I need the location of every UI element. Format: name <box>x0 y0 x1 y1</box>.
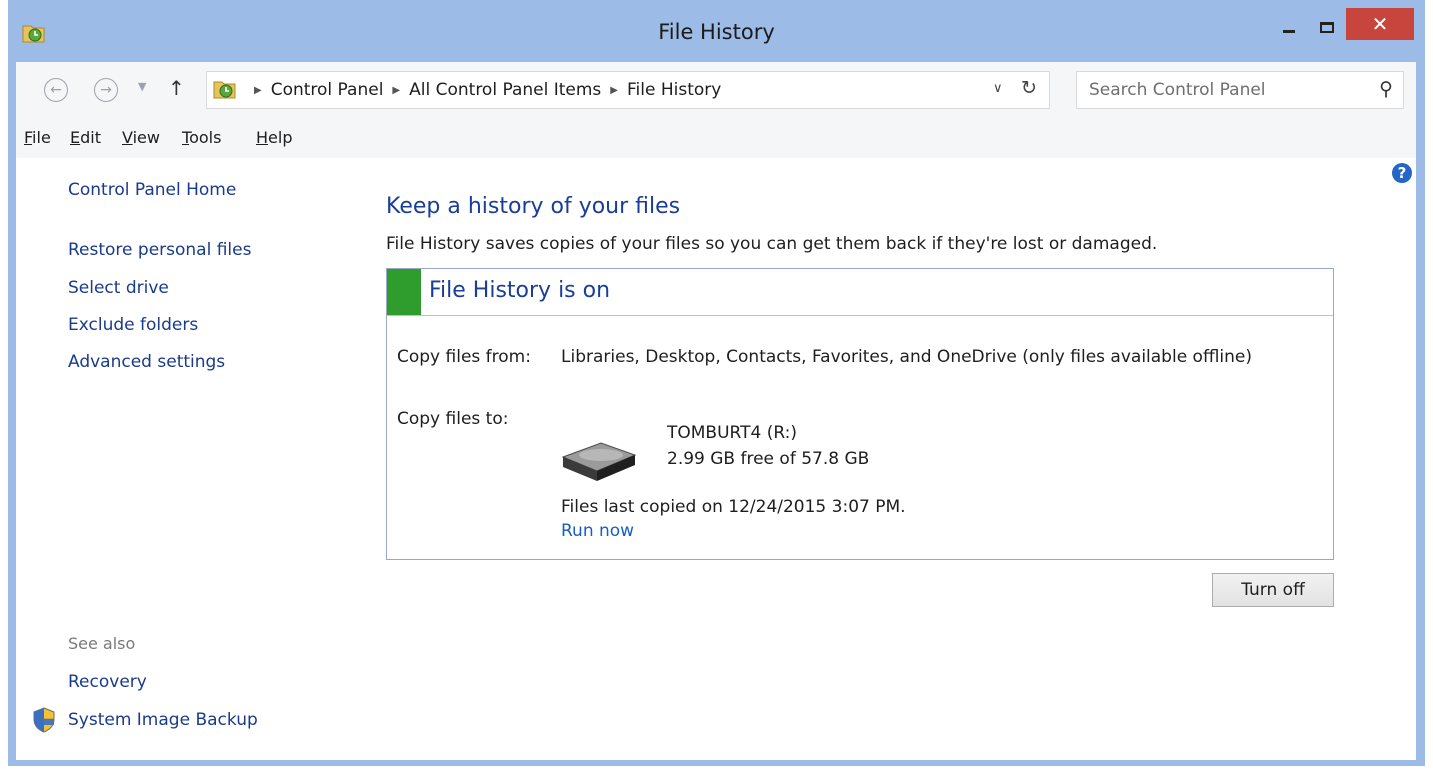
status-header: File History is on <box>387 269 1333 316</box>
status-indicator <box>387 269 421 315</box>
menu-edit-label: dit <box>80 128 101 147</box>
address-dropdown-icon[interactable]: ∨ <box>993 81 1003 96</box>
status-text: File History is on <box>429 278 611 303</box>
back-arrow-icon: ← <box>50 82 62 98</box>
file-history-icon <box>213 81 236 99</box>
search-icon[interactable]: ⚲ <box>1379 78 1393 100</box>
menu-view[interactable]: View <box>122 128 160 147</box>
breadcrumb-separator-icon[interactable]: ▶ <box>254 85 262 96</box>
search-input[interactable] <box>1087 79 1361 101</box>
menu-tools-label: ools <box>189 128 222 147</box>
copy-from-label: Copy files from: <box>397 347 531 367</box>
menu-file[interactable]: File <box>24 128 51 147</box>
menu-help[interactable]: Help <box>256 128 292 147</box>
copy-from-value: Libraries, Desktop, Contacts, Favorites,… <box>561 347 1252 367</box>
menu-help-accel: H <box>256 128 269 147</box>
forward-arrow-icon: → <box>100 82 112 98</box>
recovery-link[interactable]: Recovery <box>68 672 147 692</box>
turn-off-button[interactable]: Turn off <box>1212 573 1334 607</box>
menu-bar: File Edit View Tools Help <box>16 118 1416 158</box>
shield-icon <box>33 707 55 733</box>
drive-space: 2.99 GB free of 57.8 GB <box>667 449 870 469</box>
breadcrumb-separator-icon[interactable]: ▶ <box>392 85 400 96</box>
recent-locations-dropdown[interactable]: ▼ <box>138 80 146 93</box>
menu-file-label: ile <box>32 128 51 147</box>
menu-tools[interactable]: Tools <box>182 128 221 147</box>
navigation-bar: ← → ▼ ↑ ▶ Control Panel ▶ All Control Panel… <box>16 62 1416 118</box>
menu-tools-accel: T <box>182 128 190 147</box>
page-title: Keep a history of your files <box>386 194 681 219</box>
last-copied-text: Files last copied on 12/24/2015 3:07 PM. <box>561 497 906 517</box>
close-icon: ✕ <box>1371 12 1389 36</box>
menu-edit-accel: E <box>70 128 81 147</box>
drive-name: TOMBURT4 (R:) <box>667 423 797 443</box>
up-arrow-icon: ↑ <box>168 76 185 100</box>
menu-file-accel: F <box>24 128 33 147</box>
up-button[interactable]: ↑ <box>168 76 185 100</box>
help-icon[interactable]: ? <box>1392 163 1412 183</box>
breadcrumb-separator-icon[interactable]: ▶ <box>610 85 618 96</box>
see-also-label: See also <box>68 634 136 653</box>
minimize-icon <box>1283 29 1295 33</box>
breadcrumb-all-items[interactable]: All Control Panel Items <box>409 80 601 100</box>
forward-button[interactable]: → <box>94 78 118 102</box>
control-panel-home-link[interactable]: Control Panel Home <box>68 180 236 200</box>
restore-personal-files-link[interactable]: Restore personal files <box>68 240 251 260</box>
menu-view-accel: V <box>122 128 133 147</box>
breadcrumb-file-history[interactable]: File History <box>627 80 721 100</box>
maximize-icon <box>1320 21 1334 33</box>
page-description: File History saves copies of your files … <box>386 234 1158 254</box>
exclude-folders-link[interactable]: Exclude folders <box>68 315 198 335</box>
minimize-button[interactable] <box>1270 10 1308 44</box>
title-bar[interactable]: File History ✕ <box>8 0 1425 66</box>
menu-edit[interactable]: Edit <box>70 128 101 147</box>
drive-icon <box>561 442 637 481</box>
advanced-settings-link[interactable]: Advanced settings <box>68 352 225 372</box>
status-panel: File History is on Copy files from: Libr… <box>386 268 1334 560</box>
run-now-link[interactable]: Run now <box>561 521 634 541</box>
system-image-backup-link[interactable]: System Image Backup <box>68 710 258 730</box>
close-button[interactable]: ✕ <box>1346 8 1414 40</box>
refresh-icon[interactable]: ↻ <box>1021 77 1037 99</box>
window-frame: File History ✕ ← → ▼ ↑ ▶ Control Panel ▶ Al… <box>8 0 1425 766</box>
client-area: ← → ▼ ↑ ▶ Control Panel ▶ All Control Panel… <box>16 62 1416 760</box>
window-title: File History <box>658 20 775 44</box>
breadcrumb-control-panel[interactable]: Control Panel <box>271 80 384 100</box>
copy-to-label: Copy files to: <box>397 409 509 429</box>
menu-view-label: iew <box>132 128 160 147</box>
select-drive-link[interactable]: Select drive <box>68 278 169 298</box>
menu-help-label: elp <box>268 128 293 147</box>
maximize-button[interactable] <box>1308 10 1346 44</box>
address-bar[interactable]: ▶ Control Panel ▶ All Control Panel Items ▶ F… <box>206 71 1050 109</box>
breadcrumb: ▶ Control Panel ▶ All Control Panel Items ▶ F… <box>245 80 721 100</box>
back-button[interactable]: ← <box>44 78 68 102</box>
search-box[interactable]: ⚲ <box>1076 71 1404 109</box>
